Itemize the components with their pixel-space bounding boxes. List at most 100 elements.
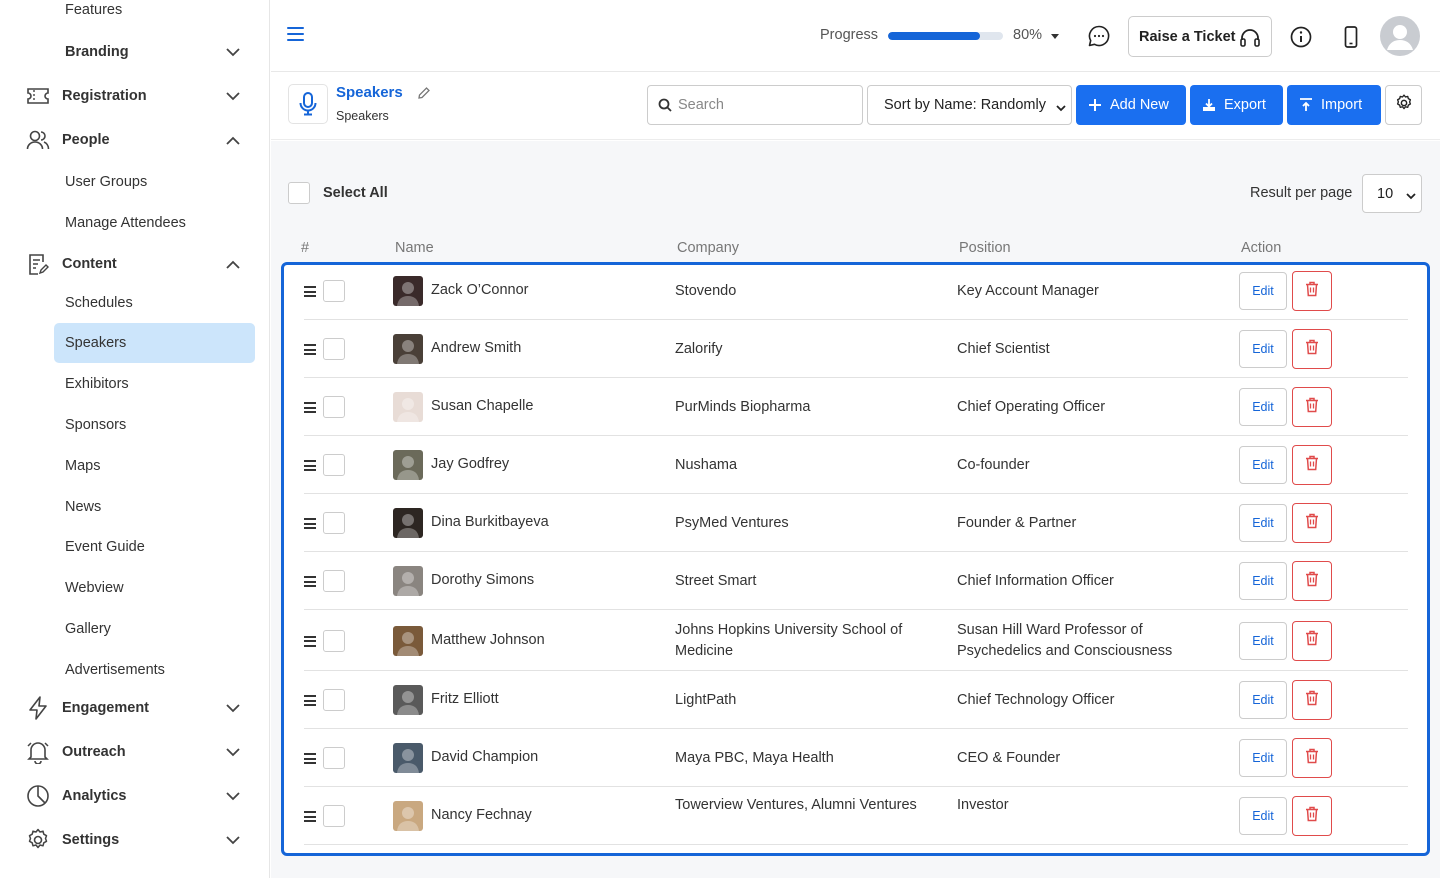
sidebar-item-webview[interactable]: Webview	[54, 568, 255, 608]
drag-handle-icon[interactable]	[304, 753, 316, 764]
delete-button[interactable]	[1292, 680, 1332, 720]
trash-icon	[1305, 455, 1319, 476]
edit-button[interactable]: Edit	[1239, 562, 1287, 600]
edit-button[interactable]: Edit	[1239, 330, 1287, 368]
drag-handle-icon[interactable]	[304, 576, 316, 587]
delete-button[interactable]	[1292, 620, 1332, 661]
chevron-down-icon	[224, 699, 242, 717]
sidebar-item-event-guide[interactable]: Event Guide	[54, 527, 255, 567]
speaker-avatar	[393, 450, 423, 480]
caret-down-icon[interactable]	[1051, 34, 1059, 39]
settings-button[interactable]	[1385, 85, 1422, 125]
sidebar-group-content[interactable]: Content	[0, 244, 270, 284]
raise-ticket-button[interactable]: Raise a Ticket	[1128, 16, 1272, 57]
delete-button[interactable]	[1292, 738, 1332, 778]
speaker-name: Fritz Elliott	[431, 691, 499, 707]
sidebar-item-sponsors[interactable]: Sponsors	[54, 405, 255, 445]
search-input[interactable]	[678, 94, 854, 116]
table-row: Fritz Elliott LightPath Chief Technology O…	[304, 671, 1408, 729]
user-avatar[interactable]	[1380, 16, 1420, 56]
microphone-icon	[288, 84, 328, 124]
sidebar-item-manage-attendees[interactable]: Manage Attendees	[54, 203, 255, 243]
speaker-name: Nancy Fechnay	[431, 807, 532, 823]
edit-button[interactable]: Edit	[1239, 504, 1287, 542]
info-icon[interactable]	[1289, 25, 1313, 49]
edit-button[interactable]: Edit	[1239, 739, 1287, 777]
row-checkbox[interactable]	[323, 629, 345, 652]
search-field[interactable]	[647, 85, 863, 125]
drag-handle-icon[interactable]	[304, 811, 316, 822]
delete-button[interactable]	[1292, 796, 1332, 836]
progress-percent[interactable]: 80%	[1013, 27, 1042, 43]
edit-button[interactable]: Edit	[1239, 446, 1287, 484]
sidebar-group-engagement[interactable]: Engagement	[0, 688, 270, 728]
delete-button[interactable]	[1292, 387, 1332, 427]
drag-handle-icon[interactable]	[304, 344, 316, 355]
trash-icon	[1305, 513, 1319, 534]
sidebar-group-settings[interactable]: Settings	[0, 820, 270, 860]
edit-button[interactable]: Edit	[1239, 388, 1287, 426]
delete-button[interactable]	[1292, 271, 1332, 311]
row-checkbox[interactable]	[323, 280, 345, 302]
chat-icon[interactable]	[1087, 24, 1111, 48]
edit-button[interactable]: Edit	[1239, 621, 1287, 660]
sidebar-group-people[interactable]: People	[0, 120, 270, 160]
table-row: David Champion Maya PBC, Maya Health CEO &…	[304, 729, 1408, 787]
edit-button[interactable]: Edit	[1239, 272, 1287, 310]
sidebar-item-gallery[interactable]: Gallery	[54, 609, 255, 649]
delete-button[interactable]	[1292, 445, 1332, 485]
sidebar-group-analytics[interactable]: Analytics	[0, 776, 270, 816]
row-checkbox[interactable]	[323, 512, 345, 534]
results-per-page-select[interactable]: 10	[1362, 174, 1422, 213]
drag-handle-icon[interactable]	[304, 635, 316, 647]
speaker-name: Dorothy Simons	[431, 572, 535, 588]
delete-button[interactable]	[1292, 503, 1332, 543]
sidebar-group-outreach[interactable]: Outreach	[0, 732, 270, 772]
drag-handle-icon[interactable]	[304, 460, 316, 471]
sidebar-group-label: Engagement	[62, 700, 150, 716]
pencil-icon[interactable]	[417, 86, 431, 105]
drag-handle-icon[interactable]	[304, 286, 316, 297]
sidebar-group-registration[interactable]: Registration	[0, 76, 270, 116]
export-button[interactable]: Export	[1190, 85, 1283, 125]
delete-button[interactable]	[1292, 329, 1332, 369]
edit-button[interactable]: Edit	[1239, 681, 1287, 719]
sidebar-item-branding[interactable]: Branding	[0, 32, 270, 72]
select-all-checkbox[interactable]	[288, 182, 310, 204]
sidebar-item-schedules[interactable]: Schedules	[54, 283, 255, 323]
sidebar-item-maps[interactable]: Maps	[54, 446, 255, 486]
menu-icon[interactable]	[287, 27, 304, 41]
delete-button[interactable]	[1292, 561, 1332, 601]
edit-button[interactable]: Edit	[1239, 797, 1287, 835]
mobile-phone-icon[interactable]	[1339, 25, 1363, 49]
row-checkbox[interactable]	[323, 338, 345, 360]
row-checkbox[interactable]	[323, 805, 345, 827]
add-new-button[interactable]: Add New	[1076, 85, 1186, 125]
sidebar-item-news[interactable]: News	[54, 487, 255, 527]
sort-select[interactable]: Sort by Name: Randomly	[867, 85, 1072, 125]
row-checkbox[interactable]	[323, 747, 345, 769]
row-checkbox[interactable]	[323, 570, 345, 592]
column-header-company[interactable]: Company	[677, 240, 739, 256]
import-button[interactable]: Import	[1287, 85, 1381, 125]
sidebar-item-exhibitors[interactable]: Exhibitors	[54, 364, 255, 404]
trash-icon	[1305, 748, 1319, 769]
sidebar-item-advertisements[interactable]: Advertisements	[54, 650, 255, 690]
speaker-avatar	[393, 276, 423, 306]
speaker-avatar	[393, 743, 423, 773]
drag-handle-icon[interactable]	[304, 402, 316, 413]
sidebar-item-speakers[interactable]: Speakers	[54, 323, 255, 363]
people-icon	[25, 127, 51, 153]
drag-handle-icon[interactable]	[304, 695, 316, 706]
column-header-name[interactable]: Name	[395, 240, 434, 256]
sidebar-item-user-groups[interactable]: User Groups	[54, 162, 255, 202]
download-icon	[1202, 98, 1216, 112]
row-checkbox[interactable]	[323, 396, 345, 418]
trash-icon	[1305, 630, 1319, 651]
column-header-position[interactable]: Position	[959, 240, 1011, 256]
drag-handle-icon[interactable]	[304, 518, 316, 529]
speaker-company: Street Smart	[675, 573, 757, 589]
sidebar-item-features[interactable]: Features	[54, 0, 255, 30]
row-checkbox[interactable]	[323, 454, 345, 476]
row-checkbox[interactable]	[323, 689, 345, 711]
